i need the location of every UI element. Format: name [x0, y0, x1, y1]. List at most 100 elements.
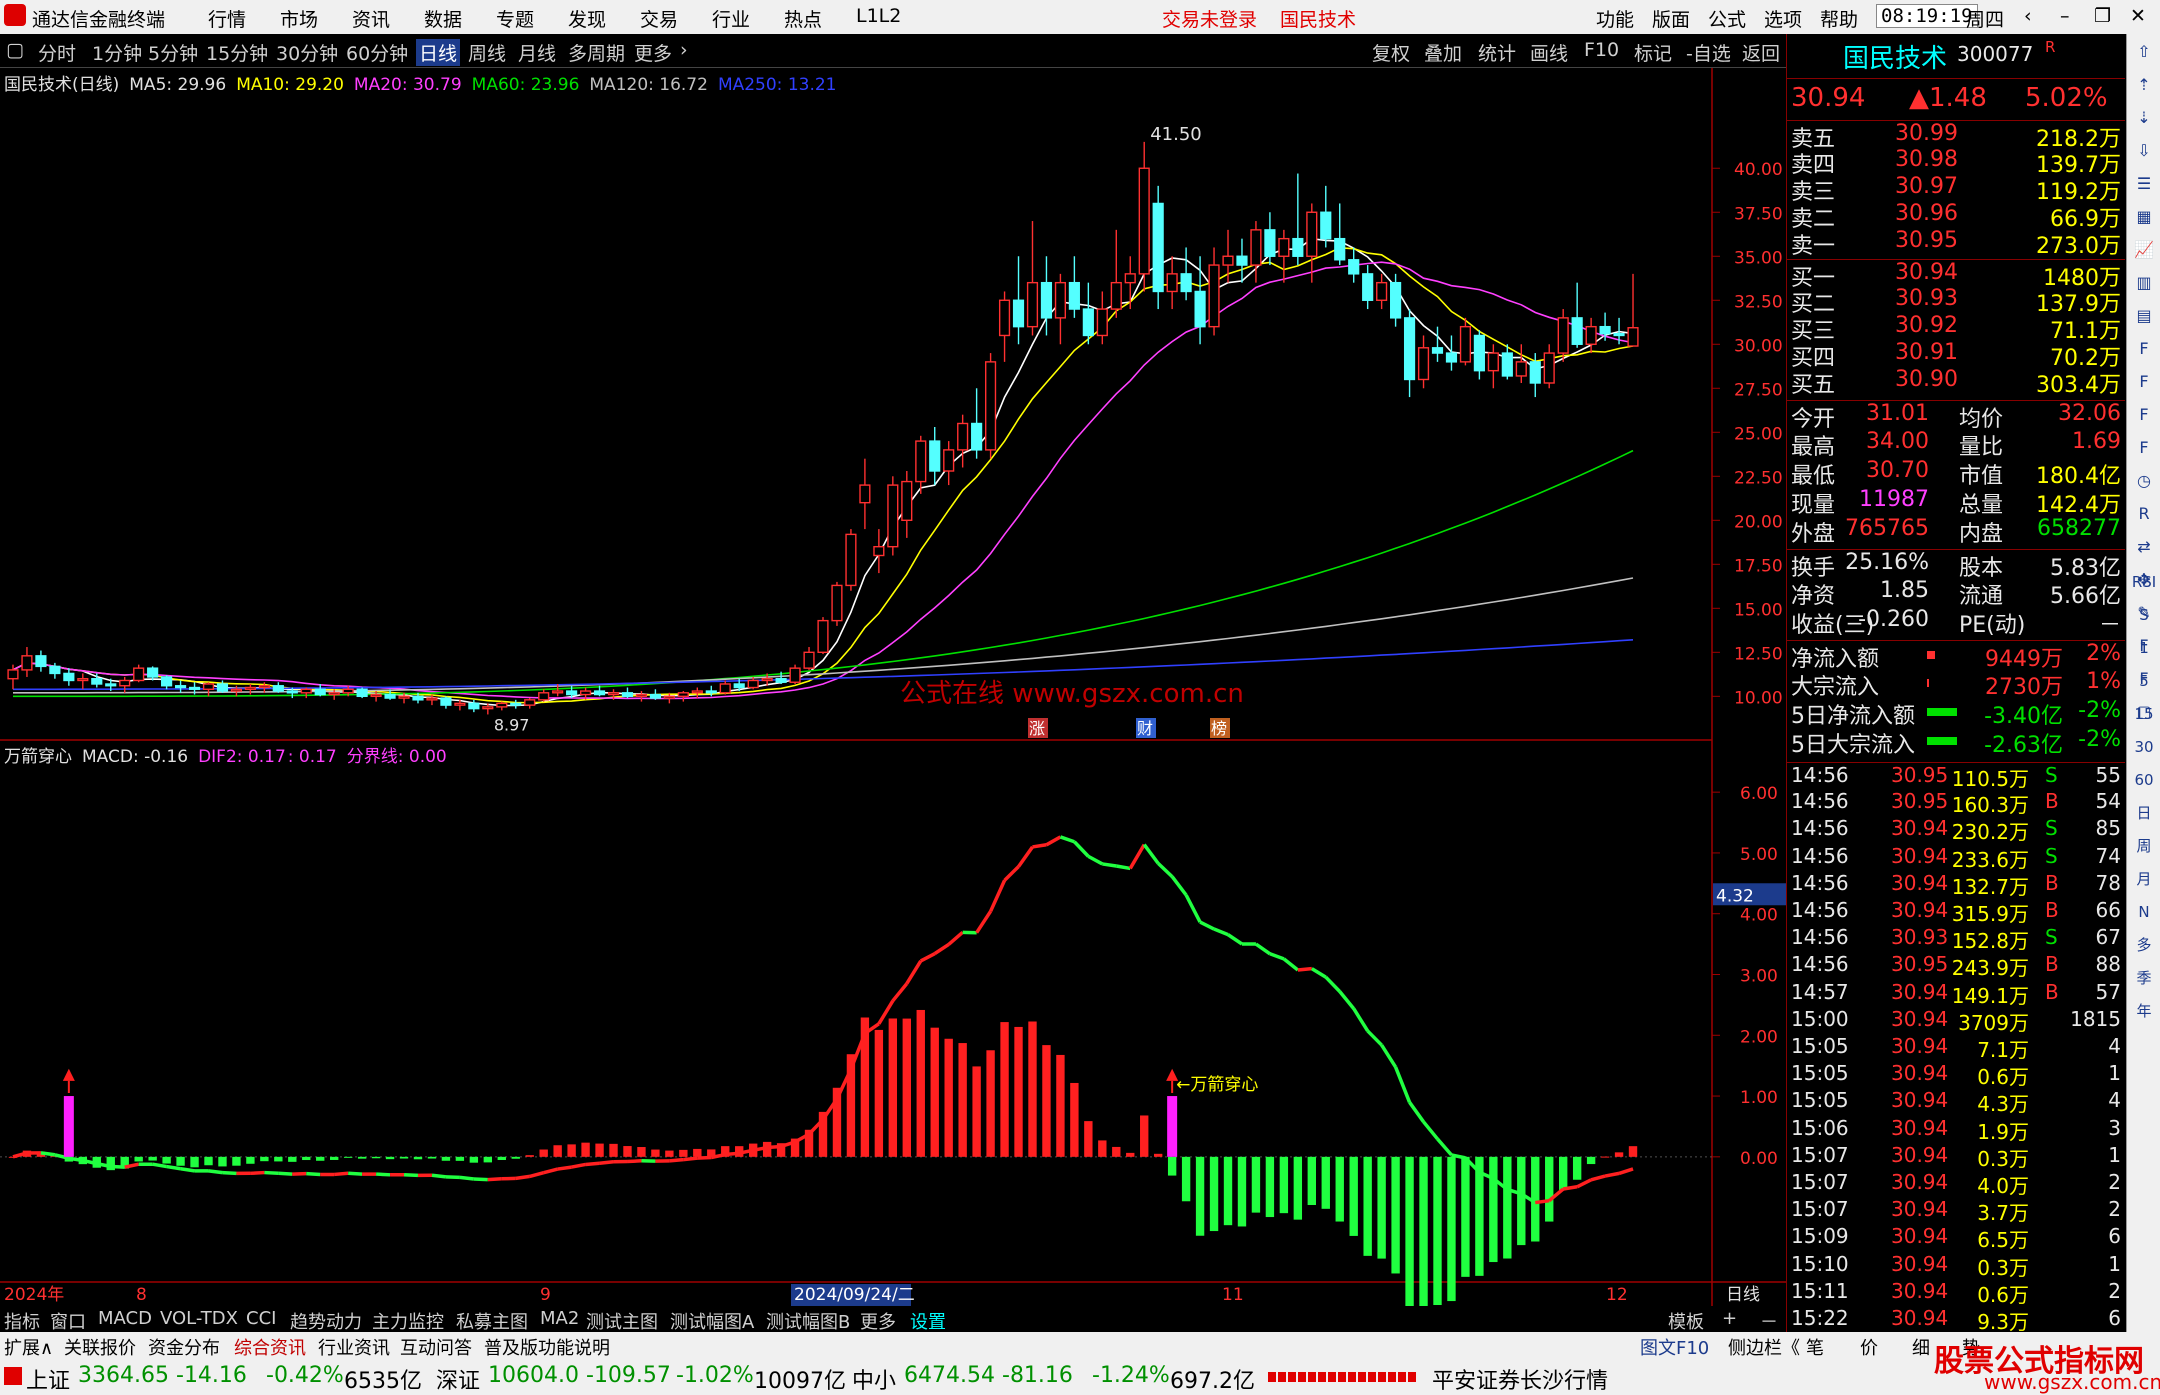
menu-item-topic[interactable]: 专题	[496, 5, 534, 32]
back-icon[interactable]: ‹	[2024, 5, 2032, 27]
indicator-tab[interactable]: VOL-TDX	[160, 1308, 238, 1329]
indicator-tab[interactable]: 趋势动力	[290, 1308, 362, 1334]
tool-overlay[interactable]: 叠加	[1424, 39, 1462, 66]
event-tag[interactable]: 财	[1136, 718, 1156, 738]
menu-item-news[interactable]: 资讯	[352, 5, 390, 32]
tool-f10[interactable]: F10	[1584, 39, 1619, 61]
template-control[interactable]: +	[1722, 1308, 1737, 1329]
period-30min[interactable]: 30分钟	[276, 39, 338, 66]
extension-tab[interactable]: 资金分布	[148, 1334, 220, 1360]
menu-item-trade[interactable]: 交易	[640, 5, 678, 32]
indicator-tab[interactable]: MACD	[98, 1308, 152, 1329]
up2-icon[interactable]: ⇡	[2130, 71, 2158, 99]
period-15min[interactable]: 15分钟	[206, 39, 268, 66]
indicator-tab[interactable]: 测试主图	[586, 1308, 658, 1334]
period-shortcut[interactable]: S	[2130, 601, 2158, 629]
indicator-tab[interactable]: MA2	[540, 1308, 579, 1329]
index-name[interactable]: 中小	[852, 1363, 896, 1395]
side-tab[interactable]: 价	[1860, 1334, 1878, 1360]
bid-row[interactable]: 买五 30.90 303.4万	[1787, 367, 2125, 398]
f2-icon[interactable]: F	[2130, 401, 2158, 429]
chevron-right-icon[interactable]: ›	[680, 39, 688, 61]
ask-row[interactable]: 卖四 30.98 139.7万	[1787, 147, 2125, 178]
period-shortcut[interactable]: 周	[2130, 832, 2158, 860]
grid-icon[interactable]: ▦	[2130, 203, 2158, 231]
indicator-tab[interactable]: CCI	[246, 1308, 276, 1329]
extension-tab[interactable]: 互动问答	[400, 1334, 472, 1360]
list-icon[interactable]: ☰	[2130, 170, 2158, 198]
tool-stats[interactable]: 统计	[1478, 39, 1516, 66]
menu-item-function[interactable]: 功能	[1596, 5, 1634, 32]
period-shortcut[interactable]: 月	[2130, 865, 2158, 893]
menu-item-l1l2[interactable]: L1L2	[856, 5, 901, 27]
tool-adjust[interactable]: 复权	[1372, 39, 1410, 66]
ask-row[interactable]: 卖二 30.96 66.9万	[1787, 201, 2125, 232]
extension-tab[interactable]: 综合资讯	[234, 1334, 306, 1360]
bid-row[interactable]: 买三 30.92 71.1万	[1787, 313, 2125, 344]
menu-item-options[interactable]: 选项	[1764, 5, 1802, 32]
template-control[interactable]: 模板	[1668, 1308, 1704, 1334]
side-tab[interactable]: 细	[1912, 1334, 1930, 1360]
menu-item-data[interactable]: 数据	[424, 5, 462, 32]
tool-watchlist[interactable]: -自选	[1686, 39, 1731, 66]
menu-item-hot[interactable]: 热点	[784, 5, 822, 32]
chart-frame[interactable]: 国民技术(日线) MA5: 29.96 MA10: 29.20 MA20: 30.79…	[0, 68, 1786, 1308]
menu-item-market[interactable]: 市场	[280, 5, 318, 32]
f1-icon[interactable]: F	[2130, 368, 2158, 396]
up-icon[interactable]: ⇧	[2130, 38, 2158, 66]
indicator-tab[interactable]: 更多	[860, 1308, 896, 1334]
period-shortcut[interactable]: 15	[2130, 700, 2158, 728]
period-shortcut[interactable]: RSI	[2130, 568, 2158, 596]
event-tag[interactable]: 榜	[1210, 718, 1230, 738]
period-shortcut[interactable]: 日	[2130, 799, 2158, 827]
close-icon[interactable]: ✕	[2130, 5, 2146, 27]
bid-row[interactable]: 买四 30.91 70.2万	[1787, 340, 2125, 371]
period-multi[interactable]: 多周期	[568, 39, 625, 66]
bid-row[interactable]: 买一 30.94 1480万	[1787, 259, 2125, 291]
period-shortcut[interactable]: 年	[2130, 997, 2158, 1025]
period-more[interactable]: 更多	[634, 39, 672, 66]
ask-row[interactable]: 卖一 30.95 273.0万	[1787, 228, 2125, 259]
ask-row[interactable]: 卖五 30.99 218.2万	[1787, 120, 2125, 152]
collapse-icon[interactable]: ▢	[6, 39, 24, 61]
ask-row[interactable]: 卖三 30.97 119.2万	[1787, 174, 2125, 205]
f3-icon[interactable]: F	[2130, 434, 2158, 462]
period-shortcut[interactable]: 5	[2130, 667, 2158, 695]
period-shortcut[interactable]: N	[2130, 898, 2158, 926]
indicator-tab[interactable]: 指标	[4, 1308, 40, 1334]
menu-item-industry[interactable]: 行业	[712, 5, 750, 32]
tool-mark[interactable]: 标记	[1634, 39, 1672, 66]
extension-tab[interactable]: 关联报价	[64, 1334, 136, 1360]
index-name[interactable]: 上证	[26, 1363, 70, 1395]
period-monthly[interactable]: 月线	[518, 39, 556, 66]
tool-draw[interactable]: 画线	[1530, 39, 1568, 66]
bar-icon[interactable]: ▥	[2130, 269, 2158, 297]
indicator-tab[interactable]: 窗口	[50, 1308, 86, 1334]
clock-icon[interactable]: ◷	[2130, 467, 2158, 495]
period-weekly[interactable]: 周线	[468, 39, 506, 66]
arrow-icon[interactable]: ⇄	[2130, 533, 2158, 561]
side-tab[interactable]: 图文F10	[1640, 1334, 1709, 1360]
f10-icon[interactable]: F	[2130, 335, 2158, 363]
extension-tab[interactable]: 行业资讯	[318, 1334, 390, 1360]
period-5min[interactable]: 5分钟	[148, 39, 198, 66]
minimize-icon[interactable]: –	[2060, 5, 2070, 27]
extension-tab[interactable]: 普及版功能说明	[484, 1334, 610, 1360]
template-control[interactable]: －	[1760, 1308, 1778, 1334]
indicator-tab[interactable]: 设置	[910, 1308, 946, 1334]
down2-icon[interactable]: ⇣	[2130, 104, 2158, 132]
period-shortcut[interactable]: 季	[2130, 964, 2158, 992]
menu-item-help[interactable]: 帮助	[1820, 5, 1858, 32]
menu-item-quote[interactable]: 行情	[208, 5, 246, 32]
extension-tab[interactable]: 扩展∧	[4, 1334, 53, 1360]
period-60min[interactable]: 60分钟	[346, 39, 408, 66]
menu-item-discover[interactable]: 发现	[568, 5, 606, 32]
menu-item-layout[interactable]: 版面	[1652, 5, 1690, 32]
index-name[interactable]: 深证	[436, 1363, 480, 1395]
period-shortcut[interactable]: 1	[2130, 634, 2158, 662]
bid-row[interactable]: 买二 30.93 137.9万	[1787, 286, 2125, 317]
period-intraday[interactable]: 分时	[38, 39, 76, 66]
indicator-tab[interactable]: 测试幅图A	[670, 1308, 754, 1334]
down-icon[interactable]: ⇩	[2130, 137, 2158, 165]
period-shortcut[interactable]: 多	[2130, 931, 2158, 959]
